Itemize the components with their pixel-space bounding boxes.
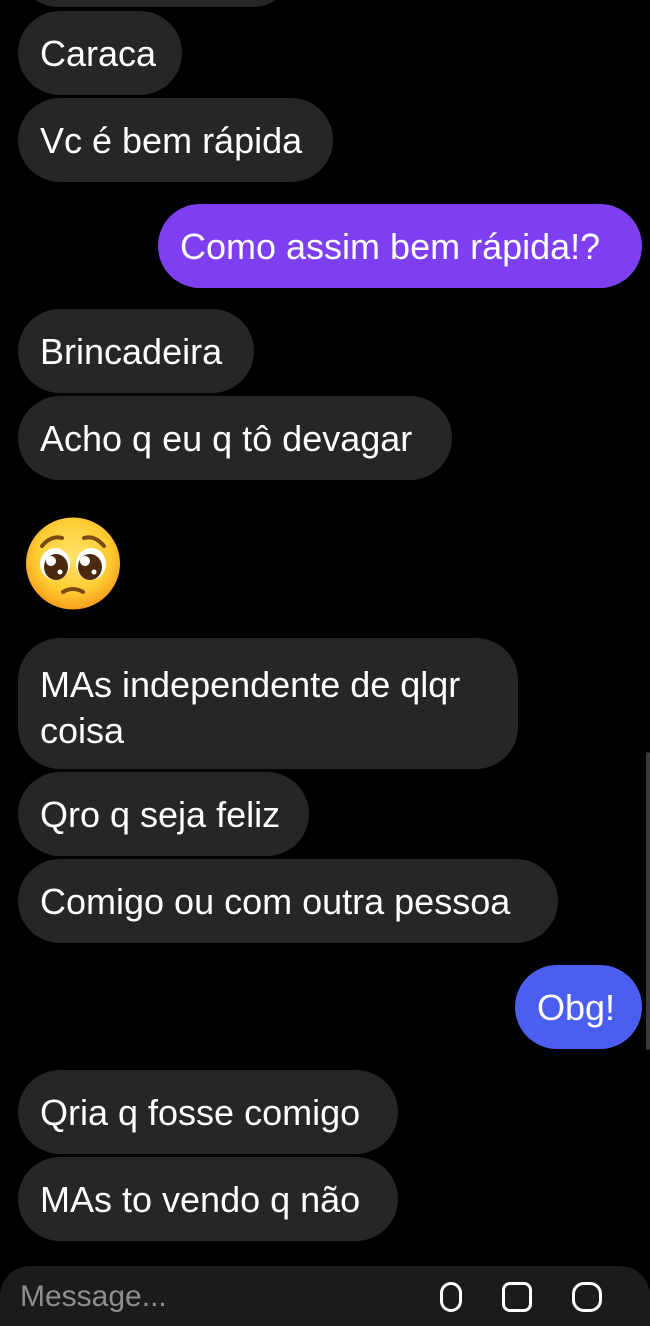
previous-message-bubble-clipped [18, 0, 293, 7]
message-composer[interactable]: Message... [0, 1266, 650, 1326]
message-text: Como assim bem rápida!? [180, 226, 601, 267]
message-text: Comigo ou com outra pessoa [40, 881, 511, 922]
sticker-icon[interactable] [572, 1282, 602, 1312]
message-bubble-received[interactable]: Comigo ou com outra pessoa [18, 859, 558, 943]
message-text: Brincadeira [40, 331, 223, 372]
message-text: Caraca [40, 33, 157, 74]
message-bubble-received[interactable]: Vc é bem rápida [18, 98, 333, 182]
message-bubble-received[interactable]: Qria q fosse comigo [18, 1070, 398, 1154]
gallery-icon[interactable] [502, 1282, 532, 1312]
message-bubble-received[interactable]: Acho q eu q tô devagar [18, 396, 452, 480]
message-bubble-received[interactable]: Caraca [18, 11, 182, 95]
message-bubble-sent[interactable]: Obg! [515, 965, 642, 1049]
message-text: Acho q eu q tô devagar [40, 418, 413, 459]
message-text: Obg! [537, 987, 616, 1028]
message-text: Vc é bem rápida [40, 120, 303, 161]
message-bubble-received[interactable]: MAs independente de qlqr coisa [18, 638, 518, 769]
scrollbar[interactable] [646, 752, 650, 1050]
message-bubble-received[interactable]: Brincadeira [18, 309, 254, 393]
message-bubble-received[interactable]: Qro q seja feliz [18, 772, 309, 856]
message-text: Qro q seja feliz [40, 794, 281, 835]
message-text: MAs to vendo q não [40, 1179, 361, 1220]
pleading-face-emoji-icon [26, 517, 120, 610]
message-text: MAs independente de qlqr coisa [40, 664, 461, 751]
message-input-placeholder[interactable]: Message... [20, 1280, 167, 1314]
message-bubble-received[interactable]: MAs to vendo q não [18, 1157, 398, 1241]
emoji-message[interactable]: 🥺 [24, 516, 122, 611]
message-bubble-sent[interactable]: Como assim bem rápida!? [158, 204, 642, 288]
microphone-icon[interactable] [440, 1282, 462, 1312]
message-text: Qria q fosse comigo [40, 1092, 361, 1133]
